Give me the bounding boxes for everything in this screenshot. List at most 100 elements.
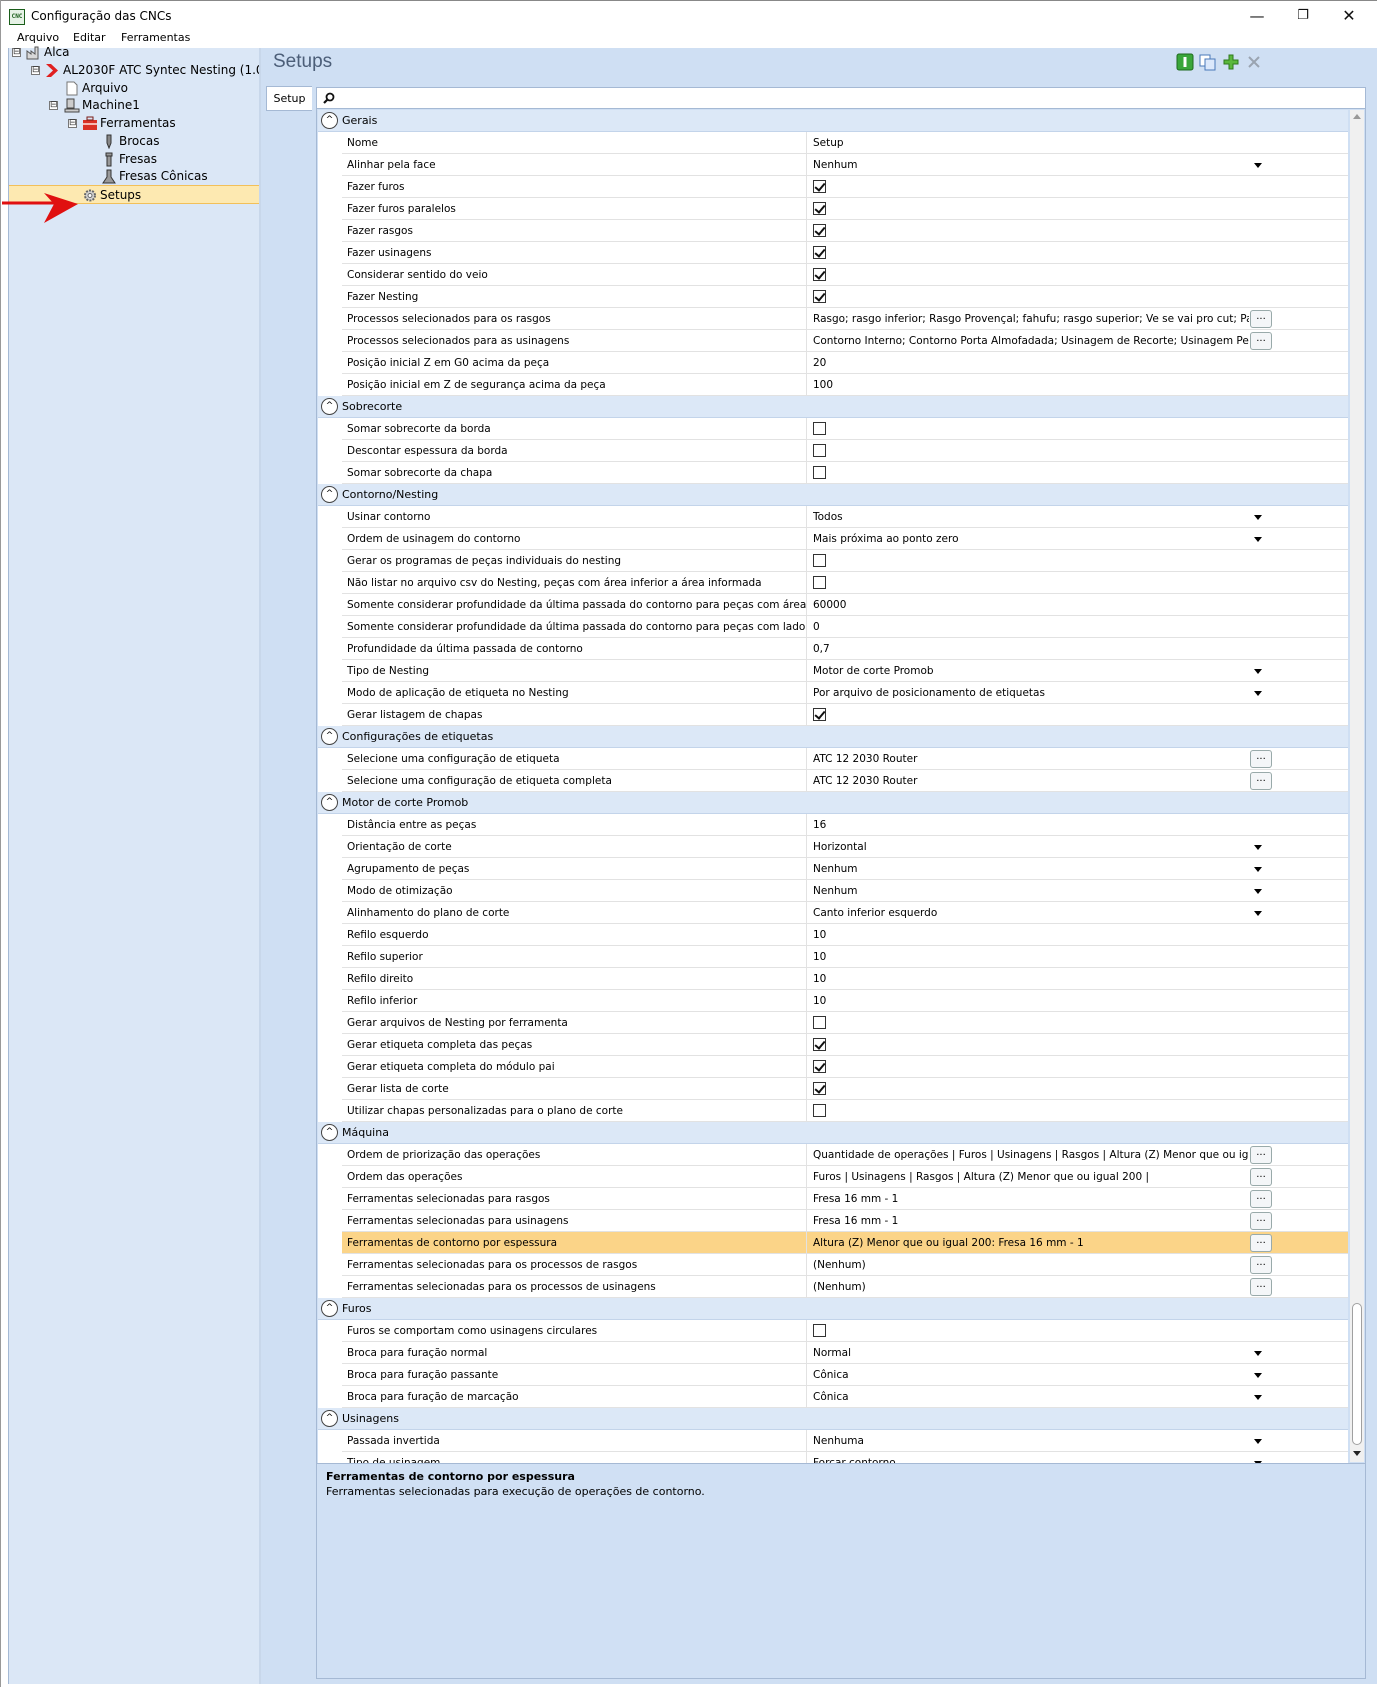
property-row[interactable]: Ordem das operações Furos | Usinagens | R… <box>342 1166 1348 1188</box>
property-row[interactable]: Ferramentas selecionadas para rasgos Fres… <box>342 1188 1348 1210</box>
property-value[interactable]: Canto inferior esquerdo <box>813 902 1249 924</box>
ellipsis-button[interactable]: ... <box>1250 1278 1272 1296</box>
property-checkbox[interactable] <box>813 268 826 281</box>
property-value[interactable]: 10 <box>813 924 1249 946</box>
dropdown-arrow-icon[interactable] <box>1254 1351 1262 1356</box>
dropdown-arrow-icon[interactable] <box>1254 867 1262 872</box>
property-checkbox[interactable] <box>813 180 826 193</box>
property-value[interactable]: (Nenhum) <box>813 1276 1249 1298</box>
dropdown-arrow-icon[interactable] <box>1254 889 1262 894</box>
property-row[interactable]: Tipo de Nesting Motor de corte Promob <box>342 660 1348 682</box>
property-checkbox[interactable] <box>813 1060 826 1073</box>
property-row[interactable]: Modo de aplicação de etiqueta no Nesting… <box>342 682 1348 704</box>
property-value[interactable]: Horizontal <box>813 836 1249 858</box>
property-value[interactable]: Por arquivo de posicionamento de etiquet… <box>813 682 1249 704</box>
property-value[interactable]: Quantidade de operações | Furos | Usinag… <box>813 1144 1249 1166</box>
property-value[interactable]: 60000 <box>813 594 1249 616</box>
collapse-category-icon[interactable]: ^ <box>321 486 338 503</box>
copy-icon[interactable] <box>1199 53 1217 71</box>
property-row[interactable]: Fazer rasgos <box>342 220 1348 242</box>
property-row[interactable]: Fazer furos <box>342 176 1348 198</box>
property-checkbox[interactable] <box>813 1082 826 1095</box>
property-row[interactable]: Refilo superior 10 <box>342 946 1348 968</box>
property-value[interactable]: ATC 12 2030 Router <box>813 748 1249 770</box>
property-row[interactable]: Refilo inferior 10 <box>342 990 1348 1012</box>
ellipsis-button[interactable]: ... <box>1250 1168 1272 1186</box>
property-value[interactable]: ATC 12 2030 Router <box>813 770 1249 792</box>
dropdown-arrow-icon[interactable] <box>1254 691 1262 696</box>
category-row[interactable]: ^ Sobrecorte <box>318 396 1348 418</box>
collapse-category-icon[interactable]: ^ <box>321 1410 338 1427</box>
property-value[interactable]: Mais próxima ao ponto zero <box>813 528 1249 550</box>
property-row[interactable]: Broca para furação de marcação Cônica <box>342 1386 1348 1408</box>
property-row[interactable]: Profundidade da última passada de contor… <box>342 638 1348 660</box>
property-row[interactable]: Agrupamento de peças Nenhum <box>342 858 1348 880</box>
property-row[interactable]: Fazer furos paralelos <box>342 198 1348 220</box>
maximize-button[interactable]: ❐ <box>1280 5 1326 27</box>
property-value[interactable]: Todos <box>813 506 1249 528</box>
property-row[interactable]: Fazer usinagens <box>342 242 1348 264</box>
property-row[interactable]: Ferramentas selecionadas para os process… <box>342 1254 1348 1276</box>
property-checkbox[interactable] <box>813 246 826 259</box>
property-value[interactable]: Nenhum <box>813 858 1249 880</box>
property-row[interactable]: Distância entre as peças 16 <box>342 814 1348 836</box>
property-row[interactable]: Descontar espessura da borda <box>342 440 1348 462</box>
property-value[interactable]: Fresa 16 mm - 1 <box>813 1188 1249 1210</box>
property-row[interactable]: Não listar no arquivo csv do Nesting, pe… <box>342 572 1348 594</box>
property-row[interactable]: Gerar os programas de peças individuais … <box>342 550 1348 572</box>
property-row[interactable]: Processos selecionados para as usinagens… <box>342 330 1348 352</box>
property-value[interactable]: Setup <box>813 132 1249 154</box>
property-value[interactable]: Cônica <box>813 1386 1249 1408</box>
property-row[interactable]: Gerar lista de corte <box>342 1078 1348 1100</box>
category-row[interactable]: ^ Furos <box>318 1298 1348 1320</box>
property-checkbox[interactable] <box>813 1016 826 1029</box>
category-row[interactable]: ^ Contorno/Nesting <box>318 484 1348 506</box>
property-row[interactable]: Somente considerar profundidade da últim… <box>342 616 1348 638</box>
property-value[interactable]: 10 <box>813 946 1249 968</box>
ellipsis-button[interactable]: ... <box>1250 1256 1272 1274</box>
property-value[interactable]: Nenhum <box>813 880 1249 902</box>
property-row[interactable]: Gerar etiqueta completa do módulo pai <box>342 1056 1348 1078</box>
property-value[interactable]: 20 <box>813 352 1249 374</box>
dropdown-arrow-icon[interactable] <box>1254 515 1262 520</box>
property-value[interactable]: Contorno Interno; Contorno Porta Almofad… <box>813 330 1249 352</box>
dropdown-arrow-icon[interactable] <box>1254 669 1262 674</box>
scroll-thumb[interactable] <box>1352 1303 1362 1445</box>
property-value[interactable]: 10 <box>813 968 1249 990</box>
property-row[interactable]: Alinhamento do plano de corte Canto infer… <box>342 902 1348 924</box>
tree-node-ferramentas[interactable]: ⊟ Ferramentas <box>9 114 259 133</box>
property-value[interactable]: Rasgo; rasgo inferior; Rasgo Provençal; … <box>813 308 1249 330</box>
tab-setup[interactable]: Setup <box>266 86 312 111</box>
dropdown-arrow-icon[interactable] <box>1254 1395 1262 1400</box>
property-value[interactable]: 0 <box>813 616 1249 638</box>
category-row[interactable]: ^ Usinagens <box>318 1408 1348 1430</box>
property-checkbox[interactable] <box>813 576 826 589</box>
collapse-category-icon[interactable]: ^ <box>321 398 338 415</box>
property-checkbox[interactable] <box>813 554 826 567</box>
property-row[interactable]: Posição inicial Z em G0 acima da peça 20 <box>342 352 1348 374</box>
add-icon[interactable] <box>1222 53 1240 71</box>
dropdown-arrow-icon[interactable] <box>1254 911 1262 916</box>
ellipsis-button[interactable]: ... <box>1250 332 1272 350</box>
property-row[interactable]: Furos se comportam como usinagens circul… <box>342 1320 1348 1342</box>
tree-node-al2030f[interactable]: ⊟ AL2030F ATC Syntec Nesting (1.0) <box>9 61 268 80</box>
ellipsis-button[interactable]: ... <box>1250 750 1272 768</box>
property-value[interactable]: 10 <box>813 990 1249 1012</box>
category-row[interactable]: ^ Motor de corte Promob <box>318 792 1348 814</box>
minimize-button[interactable]: — <box>1234 5 1280 27</box>
property-row[interactable]: Somente considerar profundidade da últim… <box>342 594 1348 616</box>
collapse-category-icon[interactable]: ^ <box>321 794 338 811</box>
search-bar[interactable] <box>317 88 1365 109</box>
property-row[interactable]: Refilo esquerdo 10 <box>342 924 1348 946</box>
property-row[interactable]: Posição inicial em Z de segurança acima … <box>342 374 1348 396</box>
property-row[interactable]: Considerar sentido do veio <box>342 264 1348 286</box>
property-checkbox[interactable] <box>813 1038 826 1051</box>
property-value[interactable]: 100 <box>813 374 1249 396</box>
vertical-scrollbar[interactable] <box>1350 110 1364 1462</box>
property-value[interactable]: Fresa 16 mm - 1 <box>813 1210 1249 1232</box>
property-checkbox[interactable] <box>813 708 826 721</box>
property-row[interactable]: Broca para furação normal Normal <box>342 1342 1348 1364</box>
property-row[interactable]: Selecione uma configuração de etiqueta c… <box>342 770 1348 792</box>
property-row[interactable]: Usinar contorno Todos <box>342 506 1348 528</box>
property-checkbox[interactable] <box>813 1324 826 1337</box>
